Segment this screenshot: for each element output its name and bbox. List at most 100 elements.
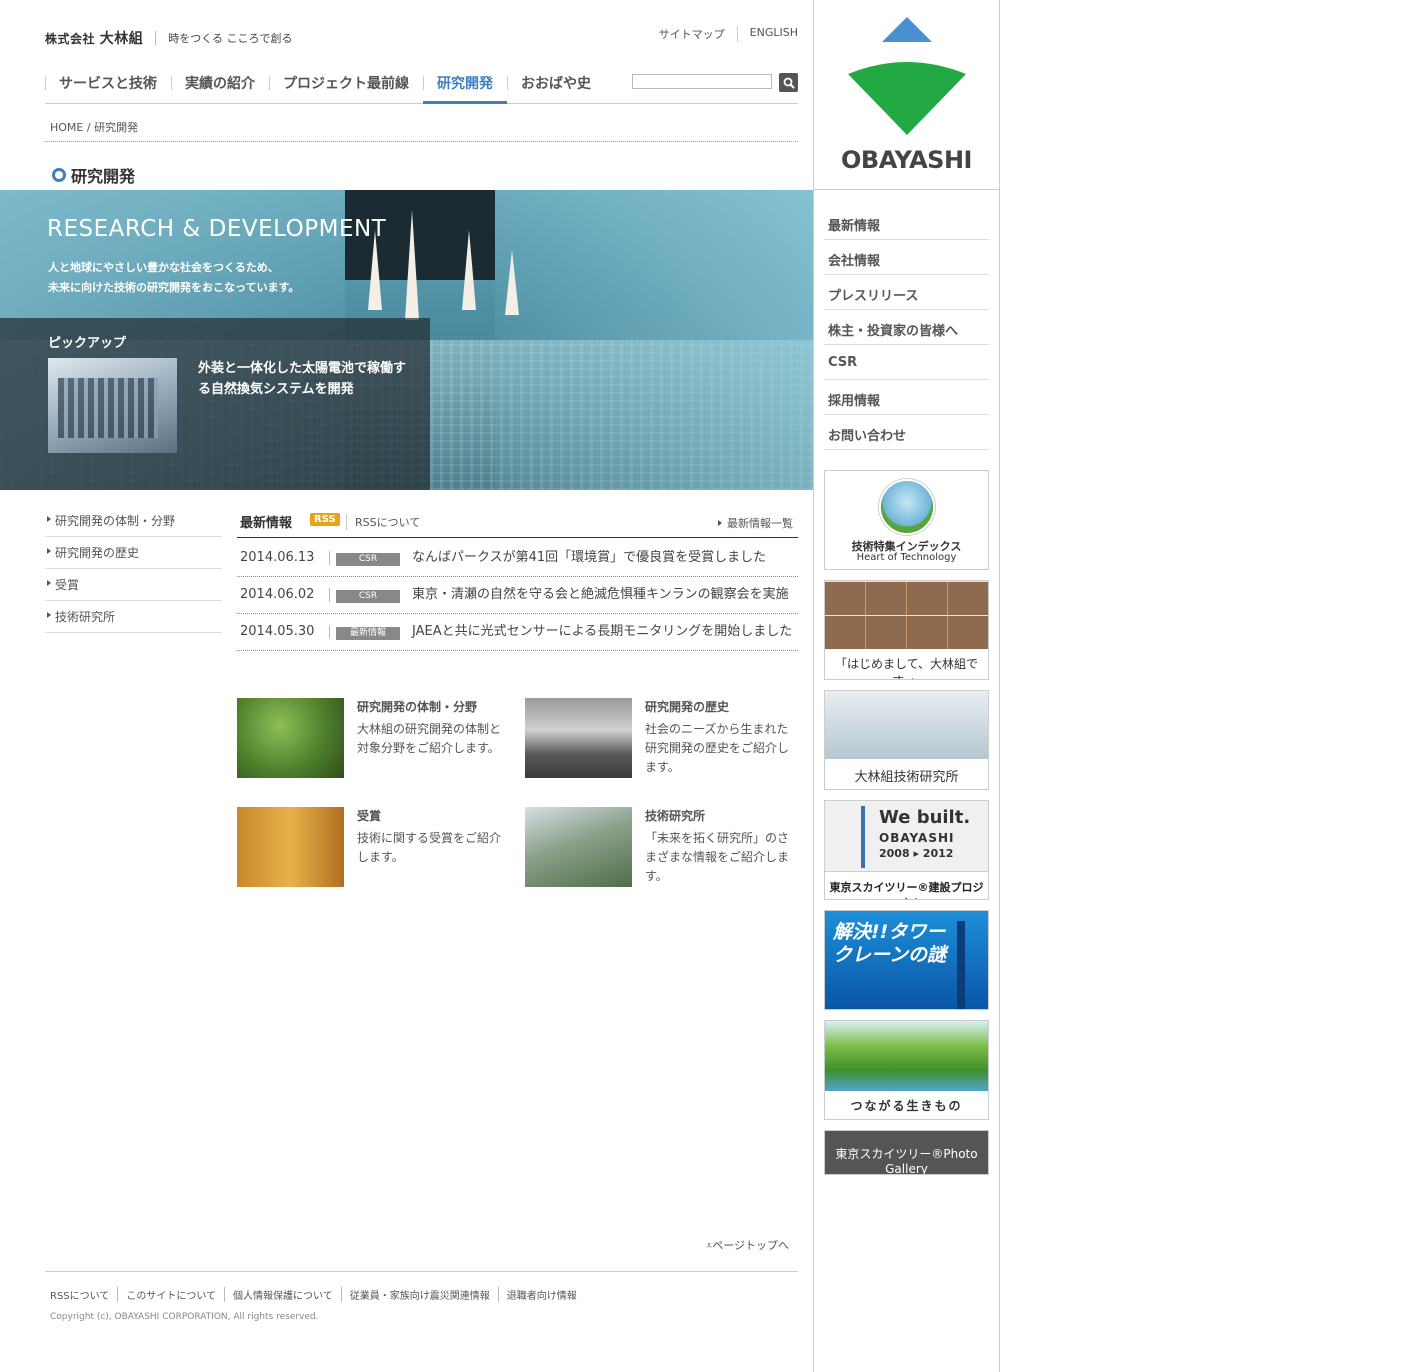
brand-divider [155, 31, 157, 45]
footer-link-privacy[interactable]: 個人情報保護について [224, 1287, 341, 1302]
pagetop-link[interactable]: ⩡ページトップへ [706, 1237, 789, 1253]
company-tagline: 時をつくる こころで創る [168, 32, 293, 45]
nav-service-tech[interactable]: サービスと技術 [45, 66, 171, 104]
pickup-panel[interactable]: ピックアップ 外装と一体化した太陽電池で稼働する自然換気システムを開発 [0, 318, 430, 490]
hero-banner: RESEARCH & DEVELOPMENT 人と地球にやさしい豊かな社会をつく… [0, 190, 813, 490]
footer-link-about[interactable]: このサイトについて [117, 1287, 224, 1302]
card-description: 大林組の研究開発の体制と対象分野をご紹介します。 [357, 722, 502, 755]
banner-tech-index[interactable]: 技術特集インデックス Heart of Technology [824, 470, 989, 570]
banner-photo-gallery[interactable]: 東京スカイツリー®Photo Gallery [824, 1130, 989, 1175]
banner-ikimono[interactable]: つながる生きもの [824, 1020, 989, 1120]
right-sidebar: OBAYASHI 最新情報 会社情報 プレスリリース 株主・投資家の皆様へ CS… [813, 0, 1000, 1372]
banner-skytree-project[interactable]: We built. OBAYASHI 2008 ▸ 2012 東京スカイツリー®… [824, 800, 989, 900]
banner-image-grid [825, 581, 988, 649]
subnav-item-awards[interactable]: 受賞 [45, 569, 222, 601]
news-item[interactable]: 2014.06.02 CSR 東京・清瀬の自然を守る会と絶滅危惧種キンランの観察… [237, 577, 798, 614]
banner-text: 東京スカイツリー®Photo Gallery [835, 1147, 978, 1175]
footer-link-rss[interactable]: RSSについて [50, 1287, 117, 1302]
news-date: 2014.06.13 [240, 551, 330, 565]
banner-text: 大林組技術研究所 [854, 770, 959, 785]
footer-link-retirees[interactable]: 退職者向け情報 [497, 1287, 585, 1302]
breadcrumb: HOME / 研究開発 [50, 119, 138, 135]
news-list: 2014.06.13 CSR なんばパークスが第41回「環境賞」で優良賞を受賞し… [237, 540, 798, 651]
card-title[interactable]: 研究開発の歴史 [645, 698, 729, 715]
footer-link-disaster[interactable]: 従業員・家族向け震災関連情報 [340, 1287, 498, 1302]
hero-lead-line: 未来に向けた技術の研究開発をおこなっています。 [48, 281, 300, 294]
circle-icon [52, 168, 66, 182]
banner-hajimemashite[interactable]: 「はじめまして、大林組です。」 [824, 580, 989, 680]
crane-icon [957, 921, 965, 1009]
card-thumbnail[interactable] [237, 807, 344, 887]
hero-spike [405, 210, 419, 320]
sidebar-item-news[interactable]: 最新情報 [824, 205, 989, 240]
card-title[interactable]: 受賞 [357, 807, 381, 824]
banner-text: 東京スカイツリー®建設プロジェクト [825, 871, 988, 899]
news-item[interactable]: 2014.05.30 最新情報 JAEAと共に光式センサーによる長期モニタリング… [237, 614, 798, 651]
banner-text: 2008 ▸ 2012 [879, 847, 954, 860]
sitemap-link[interactable]: サイトマップ [647, 26, 737, 42]
card-thumbnail[interactable] [525, 698, 632, 778]
nav-project-frontline[interactable]: プロジェクト最前線 [269, 66, 423, 104]
sidebar-nav: 最新情報 会社情報 プレスリリース 株主・投資家の皆様へ CSR 採用情報 お問… [824, 205, 989, 450]
sidebar-item-contact[interactable]: お問い合わせ [824, 415, 989, 450]
pickup-link[interactable]: 外装と一体化した太陽電池で稼働する自然換気システムを開発 [198, 358, 408, 400]
news-title: 最新情報 [240, 516, 293, 531]
banner-text: 「はじめまして、大林組です。」 [834, 657, 979, 679]
search-button[interactable] [779, 73, 798, 92]
news-text[interactable]: なんばパークスが第41回「環境賞」で優良賞を受賞しました [412, 548, 798, 568]
nav-history[interactable]: おおばや史 [507, 66, 605, 104]
brand[interactable]: 株式会社 大林組 時をつくる こころで創る [45, 28, 292, 48]
search-input[interactable] [632, 74, 772, 89]
sidebar-item-company[interactable]: 会社情報 [824, 240, 989, 275]
nav-works[interactable]: 実績の紹介 [171, 66, 269, 104]
banner-text: OBAYASHI [879, 831, 955, 845]
sidebar-item-press[interactable]: プレスリリース [824, 275, 989, 310]
hero-glass-right [495, 190, 813, 490]
subnav-item-institute[interactable]: 技術研究所 [45, 601, 222, 633]
nav-research[interactable]: 研究開発 [423, 66, 507, 104]
banner-tower-crane[interactable]: 解決!!タワークレーンの謎 [824, 910, 989, 1010]
card-organization[interactable]: 研究開発の体制・分野 大林組の研究開発の体制と対象分野をご紹介します。 [237, 698, 512, 788]
page-title-text: 研究開発 [71, 167, 136, 186]
card-description: 技術に関する受賞をご紹介します。 [357, 831, 502, 864]
logo[interactable]: OBAYASHI [814, 0, 999, 190]
card-title[interactable]: 研究開発の体制・分野 [357, 698, 477, 715]
news-category: 最新情報 [336, 627, 400, 640]
copyright: Copyright (c), OBAYASHI CORPORATION, All… [50, 1312, 319, 1322]
rss-badge[interactable]: RSS [310, 513, 340, 526]
news-category: CSR [336, 553, 400, 566]
skytree-icon [861, 806, 865, 868]
news-item[interactable]: 2014.06.13 CSR なんばパークスが第41回「環境賞」で優良賞を受賞し… [237, 540, 798, 577]
sidebar-item-csr[interactable]: CSR [824, 345, 989, 380]
pagetop-label: ページトップへ [712, 1239, 789, 1252]
breadcrumb-divider [45, 141, 798, 142]
hero-lead-line: 人と地球にやさしい豊かな社会をつくるため、 [48, 261, 279, 274]
breadcrumb-home[interactable]: HOME [50, 121, 83, 134]
card-institute[interactable]: 技術研究所 「未来を拓く研究所」のさまざまな情報をご紹介します。 [525, 807, 800, 897]
english-link[interactable]: ENGLISH [736, 26, 798, 42]
banner-text: 解決!!タワークレーンの謎 [833, 921, 947, 966]
subnav-item-organization[interactable]: 研究開発の体制・分野 [45, 505, 222, 537]
card-history[interactable]: 研究開発の歴史 社会のニーズから生まれた研究開発の歴史をご紹介します。 [525, 698, 800, 788]
card-awards[interactable]: 受賞 技術に関する受賞をご紹介します。 [237, 807, 512, 897]
news-text[interactable]: 東京・清瀬の自然を守る会と絶滅危惧種キンランの観察会を実施 [412, 585, 798, 605]
card-thumbnail[interactable] [237, 698, 344, 778]
hero-spike [368, 230, 382, 310]
sidebar-item-recruit[interactable]: 採用情報 [824, 380, 989, 415]
breadcrumb-current: 研究開発 [94, 121, 139, 134]
footer-links: RSSについて このサイトについて 個人情報保護について 従業員・家族向け震災関… [50, 1287, 585, 1302]
sidebar-item-investors[interactable]: 株主・投資家の皆様へ [824, 310, 989, 345]
subnav-item-history[interactable]: 研究開発の歴史 [45, 537, 222, 569]
logo-text: OBAYASHI [841, 146, 972, 174]
banner-lab[interactable]: 大林組技術研究所 [824, 690, 989, 790]
pickup-thumbnail[interactable] [48, 358, 177, 453]
rss-about-link[interactable]: RSSについて [346, 514, 420, 530]
page-title: 研究開発 [52, 163, 135, 187]
news-text[interactable]: JAEAと共に光式センサーによる長期モニタリングを開始しました [412, 622, 798, 642]
card-title[interactable]: 技術研究所 [645, 807, 705, 824]
search-icon [783, 77, 795, 89]
local-subnav: 研究開発の体制・分野 研究開発の歴史 受賞 技術研究所 [45, 505, 222, 633]
globe-icon [879, 479, 935, 535]
card-thumbnail[interactable] [525, 807, 632, 887]
news-all-link[interactable]: 最新情報一覧 [718, 515, 793, 531]
